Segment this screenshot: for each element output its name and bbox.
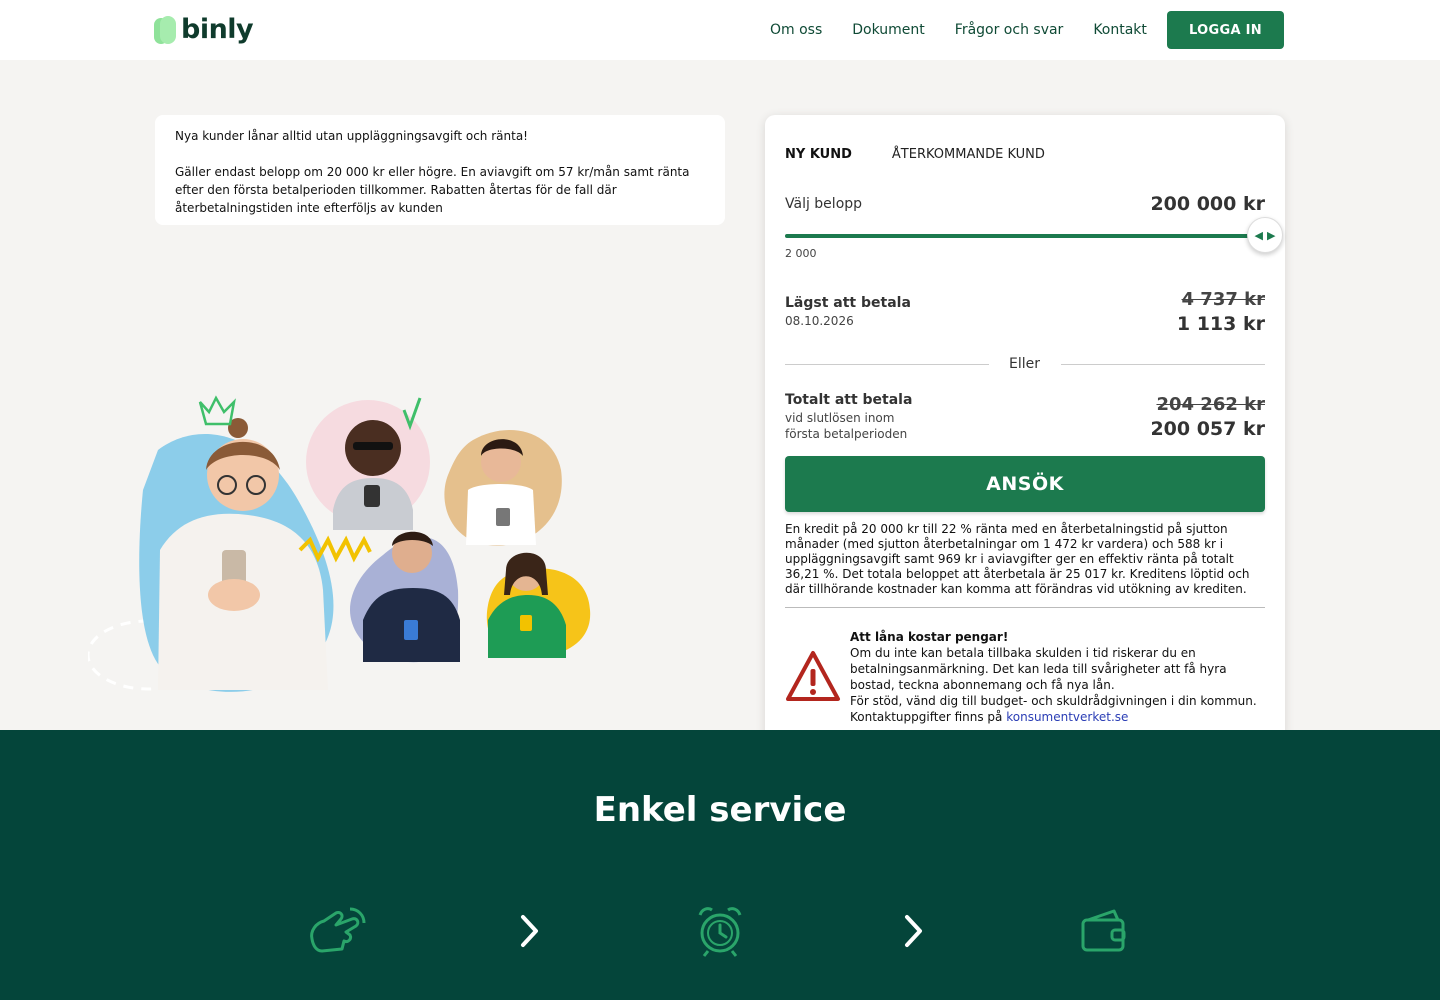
promo-headline: Nya kunder lånar alltid utan uppläggning… <box>175 129 528 143</box>
loan-calculator-card: NY KUND ÅTERKOMMANDE KUND Välj belopp 20… <box>765 115 1285 744</box>
service-title: Enkel service <box>593 790 847 830</box>
nav-item-kontakt[interactable]: Kontakt <box>1093 22 1147 38</box>
lowest-payment-date: 08.10.2026 <box>785 314 854 328</box>
warning-triangle-icon <box>786 651 840 701</box>
nav-item-dokument[interactable]: Dokument <box>852 22 925 38</box>
customers-illustration <box>88 395 591 692</box>
logo[interactable]: binly <box>154 14 254 45</box>
total-payment-sub2: första betalperioden <box>785 427 908 441</box>
logo-text: binly <box>181 14 254 45</box>
selected-amount: 200 000 kr <box>1150 193 1265 215</box>
promo-terms: Gäller endast belopp om 20 000 kr eller … <box>175 165 690 215</box>
chevron-right-icon <box>521 915 538 947</box>
amount-slider-handle[interactable]: ◀ ▶ <box>1247 217 1283 253</box>
warning-support: För stöd, vänd dig till budget- och skul… <box>850 694 1257 708</box>
lowest-payment-new: 1 113 kr <box>1176 313 1265 335</box>
promo-box: Nya kunder lånar alltid utan uppläggning… <box>155 115 725 225</box>
site-header: binly Om oss Dokument Frågor och svar Ko… <box>0 0 1440 60</box>
nav-item-om-oss[interactable]: Om oss <box>770 22 822 38</box>
hand-tap-icon <box>310 907 366 953</box>
customer-tabs: NY KUND ÅTERKOMMANDE KUND <box>785 147 1085 162</box>
credit-example-text: En kredit på 20 000 kr till 22 % ränta m… <box>785 522 1250 596</box>
tab-returning-customer[interactable]: ÅTERKOMMANDE KUND <box>892 147 1045 162</box>
tab-new-customer[interactable]: NY KUND <box>785 147 852 162</box>
total-payment-sub1: vid slutlösen inom <box>785 411 895 425</box>
warning-text: Att låna kostar pengar! Om du inte kan b… <box>850 629 1270 725</box>
warning-contact: Kontaktuppgifter finns på <box>850 710 1003 724</box>
amount-label: Välj belopp <box>785 196 863 212</box>
wallet-icon <box>1081 909 1126 952</box>
konsumentverket-link[interactable]: konsumentverket.se <box>1006 710 1128 724</box>
apply-button[interactable]: ANSÖK <box>785 456 1265 512</box>
slider-min-value: 2 000 <box>785 247 817 260</box>
total-payment-new: 200 057 kr <box>1150 418 1265 440</box>
amount-slider-track[interactable] <box>785 234 1265 238</box>
main-nav: Om oss Dokument Frågor och svar Kontakt <box>770 22 1177 38</box>
total-payment-label: Totalt att betala <box>785 392 913 408</box>
lowest-payment-label: Lägst att betala <box>785 295 911 311</box>
total-payment-old: 204 262 kr <box>1156 394 1265 415</box>
divider-right <box>1061 364 1265 365</box>
chevron-right-icon: ▶ <box>1267 228 1276 242</box>
service-section: Enkel service <box>0 730 1440 1000</box>
lowest-payment-old: 4 737 kr <box>1181 289 1265 310</box>
warning-title: Att låna kostar pengar! <box>850 630 1009 644</box>
divider-left <box>785 364 989 365</box>
alarm-clock-icon <box>698 907 742 957</box>
nav-item-faq[interactable]: Frågor och svar <box>955 22 1064 38</box>
warning-body: Om du inte kan betala tillbaka skulden i… <box>850 646 1227 692</box>
chevron-left-icon: ◀ <box>1254 228 1263 242</box>
chevron-right-icon <box>905 915 922 947</box>
or-label: Eller <box>1009 356 1040 372</box>
logo-mark-icon <box>154 15 176 44</box>
login-button[interactable]: LOGGA IN <box>1167 11 1284 49</box>
legal-divider <box>785 607 1265 608</box>
